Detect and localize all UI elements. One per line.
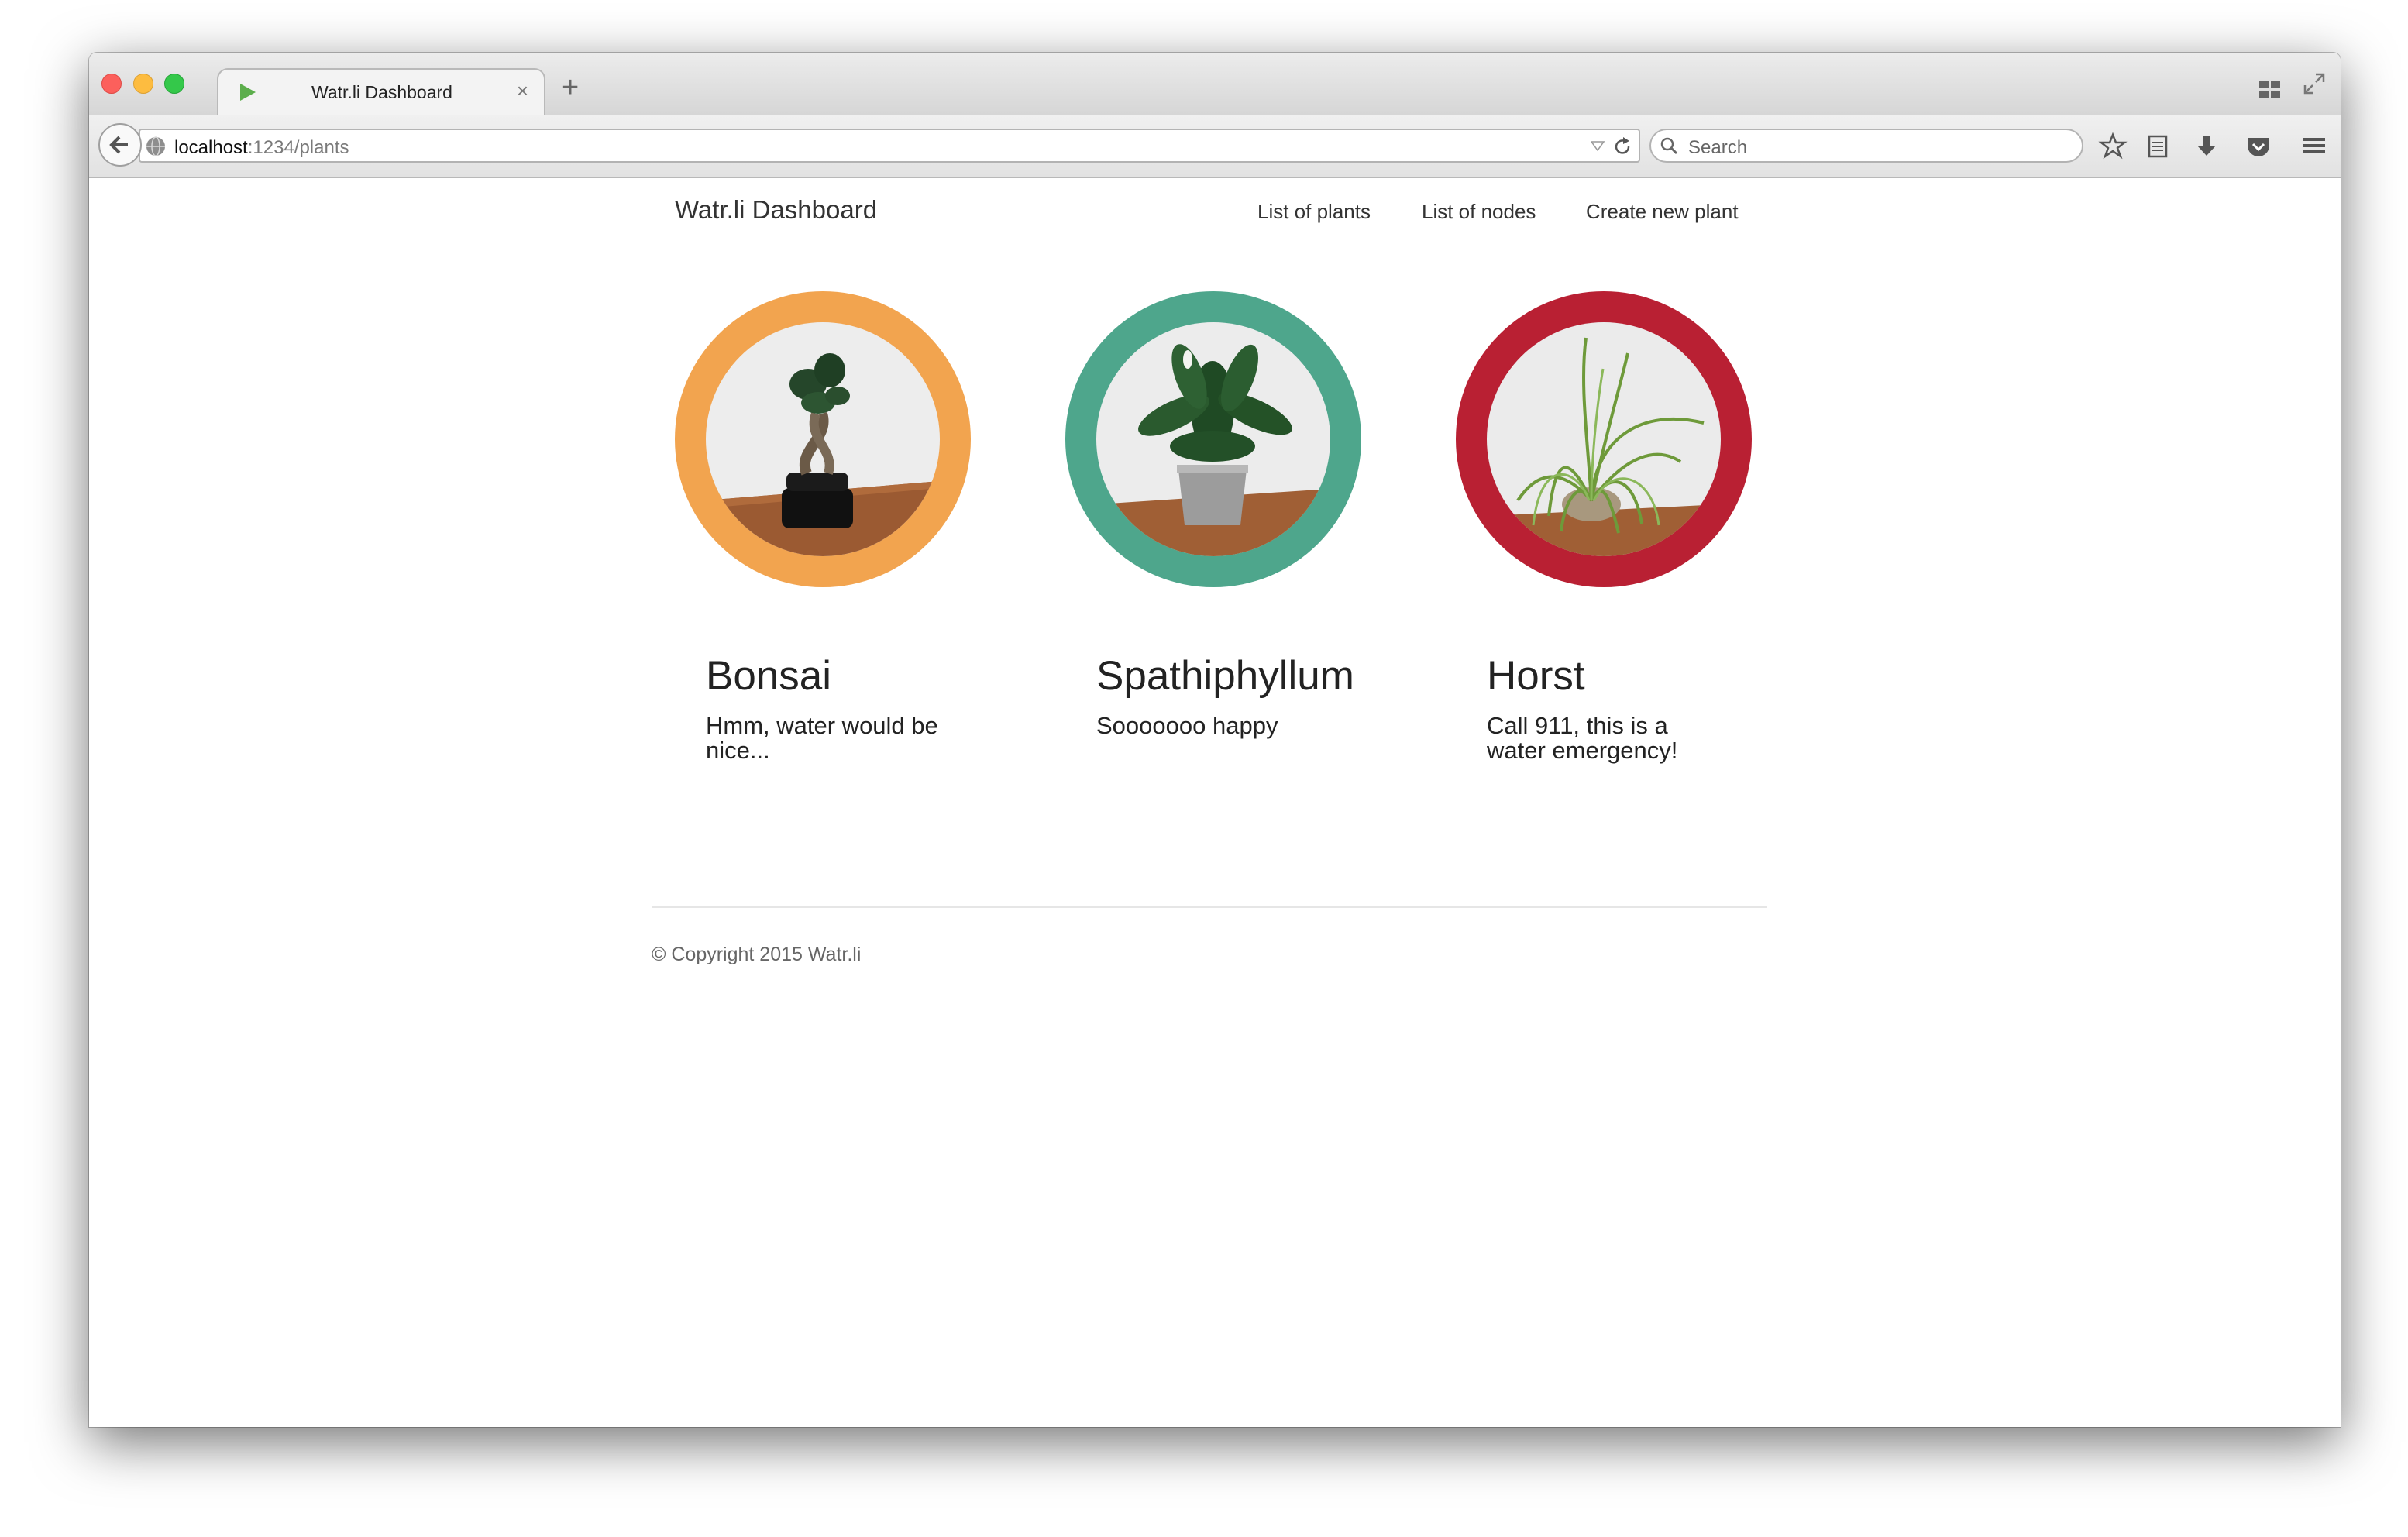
nav-list-of-plants[interactable]: List of plants bbox=[1257, 200, 1371, 224]
close-tab-icon[interactable]: × bbox=[517, 79, 528, 103]
menu-icon[interactable] bbox=[2299, 130, 2330, 161]
reload-icon[interactable] bbox=[1612, 136, 1632, 156]
url-host: localhost bbox=[174, 137, 248, 158]
plant-name: Spathiphyllum bbox=[1096, 653, 1354, 699]
new-tab-button[interactable]: + bbox=[562, 71, 579, 105]
fullscreen-icon[interactable] bbox=[2303, 73, 2325, 95]
url-path: :1234/plants bbox=[247, 137, 349, 158]
title-bar: Watr.li Dashboard × + bbox=[89, 53, 2341, 118]
status-ring bbox=[675, 291, 971, 587]
horst-image bbox=[1487, 322, 1721, 556]
bookmark-star-icon[interactable] bbox=[2097, 130, 2128, 161]
tab-title: Watr.li Dashboard bbox=[311, 82, 452, 102]
pocket-icon[interactable] bbox=[2243, 130, 2274, 161]
play-icon bbox=[240, 84, 256, 101]
back-arrow-icon bbox=[109, 136, 128, 154]
status-ring bbox=[1065, 291, 1361, 587]
url-text[interactable]: localhost:1234/plants bbox=[174, 137, 349, 159]
plant-photo bbox=[1487, 322, 1721, 556]
browser-tab[interactable]: Watr.li Dashboard × bbox=[217, 68, 545, 118]
nav-list-of-nodes[interactable]: List of nodes bbox=[1422, 200, 1536, 224]
brand-link[interactable]: Watr.li Dashboard bbox=[675, 195, 877, 225]
plant-status: Sooooooo happy bbox=[1096, 712, 1278, 739]
download-icon[interactable] bbox=[2191, 130, 2222, 161]
tab-groups-icon[interactable] bbox=[2258, 80, 2282, 100]
plant-status: Call 911, this is a water emergency! bbox=[1487, 712, 1678, 764]
bonsai-image bbox=[706, 322, 940, 556]
search-placeholder: Search bbox=[1688, 137, 1748, 158]
footer-divider bbox=[652, 906, 1767, 908]
page-content: Watr.li Dashboard List of plants List of… bbox=[89, 178, 2341, 1427]
url-bar[interactable]: localhost:1234/plants bbox=[139, 129, 1640, 163]
minimize-window-button[interactable] bbox=[133, 74, 153, 94]
spathiphyllum-image bbox=[1096, 322, 1330, 556]
search-bar[interactable]: Search bbox=[1649, 129, 2083, 163]
search-icon bbox=[1660, 137, 1678, 155]
plant-status: Hmm, water would be nice... bbox=[706, 712, 938, 764]
reading-list-icon[interactable] bbox=[2142, 130, 2173, 161]
status-ring bbox=[1456, 291, 1752, 587]
browser-window: Watr.li Dashboard × + localhost:1234/pla… bbox=[89, 53, 2341, 1427]
plant-name: Horst bbox=[1487, 653, 1585, 699]
back-button[interactable] bbox=[98, 123, 142, 167]
url-history-dropdown-icon[interactable] bbox=[1591, 140, 1605, 151]
plant-photo bbox=[1096, 322, 1330, 556]
navigation-toolbar: localhost:1234/plants Search bbox=[89, 115, 2341, 178]
close-window-button[interactable] bbox=[101, 74, 122, 94]
zoom-window-button[interactable] bbox=[164, 74, 184, 94]
plant-photo bbox=[706, 322, 940, 556]
copyright-text: © Copyright 2015 Watr.li bbox=[652, 944, 862, 965]
nav-create-new-plant[interactable]: Create new plant bbox=[1586, 200, 1739, 224]
plant-name: Bonsai bbox=[706, 653, 832, 699]
globe-icon bbox=[146, 136, 165, 156]
